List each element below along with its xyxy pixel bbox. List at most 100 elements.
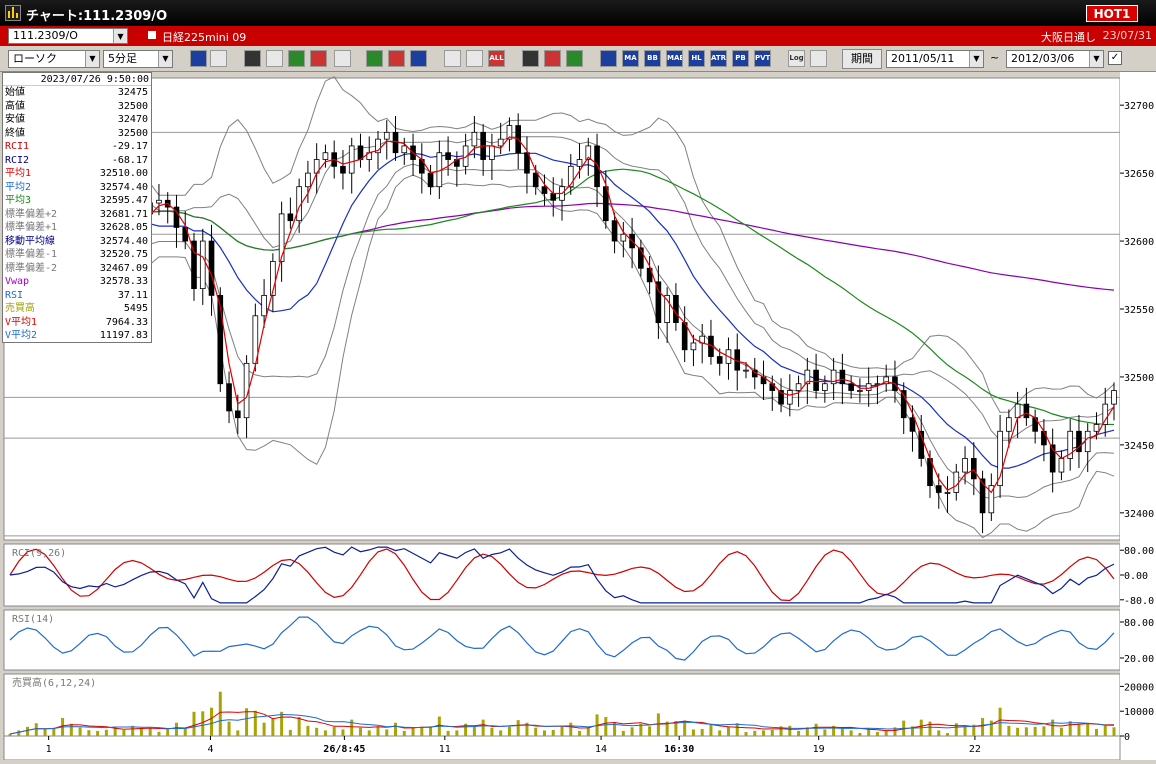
volume-bar — [770, 729, 774, 736]
volume-bar — [472, 726, 476, 736]
period-button[interactable]: 期間 — [842, 49, 882, 69]
ohlc-label: 移動平均線 — [5, 235, 55, 247]
volume-bar — [341, 729, 345, 736]
ohlc-row: 標準偏差-1 32520.75 — [3, 248, 151, 262]
time-tick-label: 1 — [46, 744, 52, 755]
ohlc-value: 32578.33 — [99, 276, 148, 287]
ohlc-value: 5495 — [123, 303, 148, 314]
candle-body — [489, 145, 495, 160]
symbol-name: 日経225mini 09 — [162, 31, 247, 44]
volume-bar — [1094, 728, 1098, 736]
chevron-down-icon[interactable]: ▼ — [113, 29, 127, 43]
calendar-dropdown-icon[interactable]: ▼ — [1089, 51, 1103, 67]
ohlc-label: RCI2 — [5, 154, 30, 166]
volume-bar — [928, 721, 932, 736]
volume-bar — [481, 719, 485, 736]
zoom-icon[interactable] — [190, 50, 207, 67]
pb-icon[interactable]: PB — [732, 50, 749, 67]
volume-bar — [604, 717, 608, 736]
split-icon[interactable] — [310, 50, 327, 67]
ma-icon[interactable]: MA — [622, 50, 639, 67]
pvt-icon[interactable]: PVT — [754, 50, 771, 67]
volume-bar — [946, 733, 950, 736]
log-icon[interactable]: Log — [788, 50, 805, 67]
scroll-end-icon[interactable] — [334, 50, 351, 67]
ohlc-row: 売買高 5495 — [3, 302, 151, 316]
gear-icon[interactable] — [522, 50, 539, 67]
mae-icon[interactable]: MAE — [666, 50, 683, 67]
rsi-title: RSI(14) — [12, 614, 54, 625]
candle-body — [383, 131, 390, 140]
download-icon[interactable] — [244, 50, 261, 67]
volume-bar — [937, 730, 941, 736]
line-draw-icon[interactable] — [366, 50, 383, 67]
tool-icon[interactable] — [544, 50, 561, 67]
to-date-field[interactable]: 2012/03/06 ▼ — [1006, 50, 1104, 68]
volume-bar — [569, 722, 573, 736]
ohlc-value: 32470 — [117, 114, 148, 125]
candle-body — [953, 471, 960, 493]
chart-svg[interactable]: 32700 32650 32600 32550 32500 32450 32400 80.00… — [0, 72, 1156, 761]
chart-area[interactable]: 32700 32650 32600 32550 32500 32450 32400 80.00… — [0, 72, 1156, 761]
undo-icon[interactable] — [410, 50, 427, 67]
all-icon[interactable]: ALL — [488, 50, 505, 67]
cursor-icon[interactable] — [210, 50, 227, 67]
candle-body — [497, 138, 504, 147]
volume-bar — [788, 725, 792, 736]
calendar-dropdown-icon[interactable]: ▼ — [969, 51, 983, 67]
ohlc-row: RCI1 -29.17 — [3, 140, 151, 154]
candle-body — [1093, 424, 1100, 432]
candle-body — [541, 186, 548, 194]
chart-type-select[interactable]: ローソク ▼ — [8, 50, 100, 68]
remove-indicator-icon[interactable] — [466, 50, 483, 67]
timeframe-select[interactable]: 5分足 ▼ — [103, 50, 173, 68]
candle-body — [471, 131, 478, 147]
title-bar[interactable]: チャート:111.2309/O HOT1 — [0, 0, 1156, 26]
volume-bar — [989, 720, 993, 736]
candle-body — [278, 213, 285, 262]
ohlc-row: V平均1 7964.33 — [3, 316, 151, 330]
ohlc-row: 平均3 32595.47 — [3, 194, 151, 208]
candle-body — [1023, 403, 1030, 419]
ohlc-row: 標準偏差-2 32467.09 — [3, 262, 151, 276]
candle-body — [208, 240, 215, 296]
volume-bar — [1016, 727, 1020, 736]
grid-icon[interactable] — [600, 50, 617, 67]
hot-button[interactable]: HOT1 — [1086, 5, 1138, 22]
volume-bar — [867, 729, 871, 736]
volume-bar — [954, 723, 958, 736]
atr-icon[interactable]: ATR — [710, 50, 727, 67]
color-icon[interactable] — [566, 50, 583, 67]
candle-body — [156, 199, 162, 204]
app-logo-icon — [5, 5, 21, 21]
chevron-down-icon[interactable]: ▼ — [85, 51, 99, 67]
volume-bar — [1007, 725, 1011, 736]
candle-body — [813, 369, 819, 391]
volume-bar — [542, 730, 546, 736]
ohlc-value: 32681.71 — [99, 208, 148, 220]
volume-bar — [78, 727, 82, 736]
volume-bar — [183, 727, 187, 736]
hl-icon[interactable]: HL — [688, 50, 705, 67]
erase-icon[interactable] — [388, 50, 405, 67]
chart-window-icon[interactable] — [288, 50, 305, 67]
ohlc-row: 標準偏差+2 32681.71 — [3, 208, 151, 222]
volume-bar — [236, 730, 240, 736]
period-checkbox[interactable]: ✓ — [1108, 51, 1122, 65]
price-tick-label: 32550 — [1124, 305, 1154, 316]
search-icon[interactable] — [266, 50, 283, 67]
add-indicator-icon[interactable] — [444, 50, 461, 67]
volume-bar — [726, 726, 730, 736]
chevron-down-icon[interactable]: ▼ — [158, 51, 172, 67]
volume-bar — [1059, 727, 1063, 736]
candle-body — [865, 383, 872, 391]
volume-bar — [174, 722, 178, 736]
bb-icon[interactable]: BB — [644, 50, 661, 67]
price-tick-label: 32400 — [1124, 509, 1154, 520]
time-tick-label: 11 — [439, 744, 451, 755]
symbol-select[interactable]: 111.2309/O ▼ — [8, 28, 128, 44]
candle-body — [848, 383, 854, 391]
candle-body — [226, 383, 232, 412]
export-icon[interactable] — [810, 50, 827, 67]
from-date-field[interactable]: 2011/05/11 ▼ — [886, 50, 984, 68]
